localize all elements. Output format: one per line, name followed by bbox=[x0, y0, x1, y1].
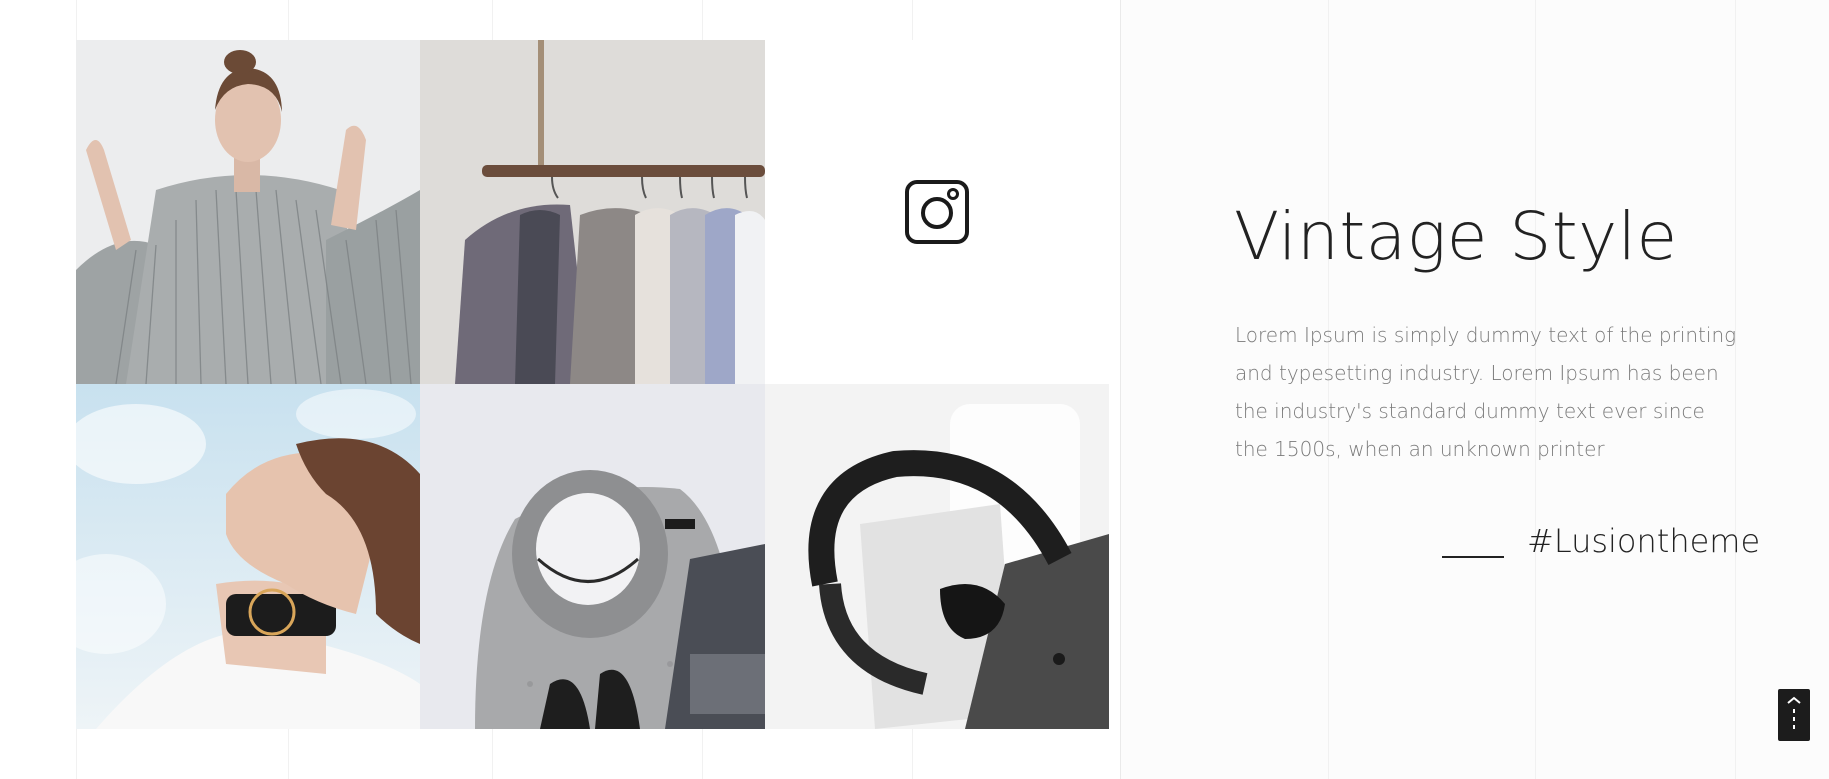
instagram-icon bbox=[904, 179, 970, 245]
instagram-link-tile[interactable] bbox=[765, 40, 1109, 384]
gallery-image-choker-portrait[interactable] bbox=[76, 384, 420, 729]
hashtag-divider bbox=[1442, 556, 1504, 558]
gallery-image-hat-flatlay[interactable] bbox=[420, 384, 765, 729]
section-title: Vintage Style bbox=[1234, 198, 1678, 275]
grid-guide-line bbox=[1120, 0, 1121, 779]
gallery-image-pleated-dress[interactable] bbox=[76, 40, 420, 384]
chevron-up-icon bbox=[1787, 696, 1801, 729]
instagram-gallery bbox=[76, 40, 1109, 729]
section-description: Lorem Ipsum is simply dummy text of the … bbox=[1235, 323, 1737, 461]
gallery-image-bag-sunglasses[interactable] bbox=[765, 384, 1109, 729]
hashtag-link[interactable]: #Lusiontheme bbox=[1527, 522, 1760, 560]
gallery-image-clothes-rack[interactable] bbox=[420, 40, 765, 384]
scroll-to-top-button[interactable] bbox=[1778, 689, 1810, 741]
